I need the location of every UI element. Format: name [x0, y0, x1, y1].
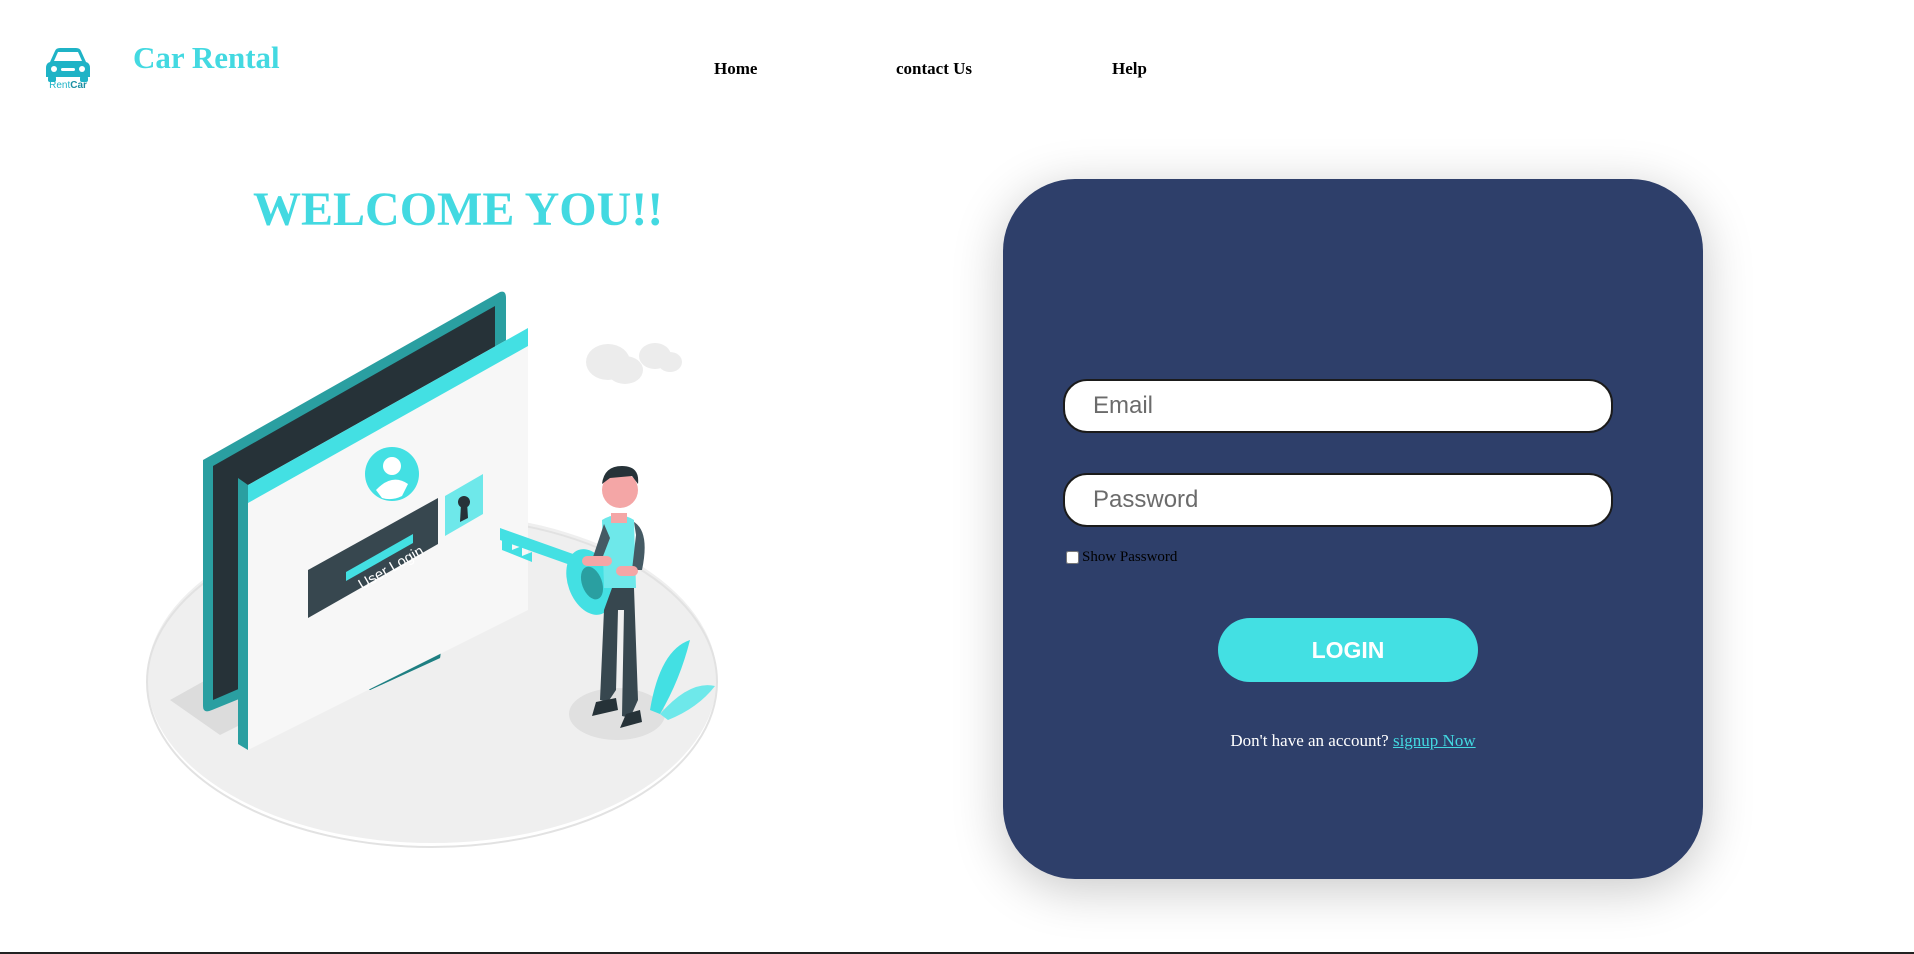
show-password-checkbox[interactable]	[1066, 551, 1079, 564]
signup-link[interactable]: signup Now	[1393, 731, 1476, 750]
signup-line: Don't have an account? signup Now	[1003, 731, 1703, 751]
show-password-row[interactable]: Show Password	[1066, 549, 1177, 566]
welcome-heading: WELCOME YOU!!	[253, 183, 664, 236]
password-field[interactable]	[1063, 473, 1613, 527]
login-page: RentCar Car Rental Home contact Us Help …	[0, 0, 1914, 954]
login-button[interactable]: LOGIN	[1218, 618, 1478, 682]
nav-contact-link[interactable]: contact Us	[896, 59, 972, 79]
email-field[interactable]	[1063, 379, 1613, 433]
brand-title[interactable]: Car Rental	[133, 40, 280, 76]
show-password-label: Show Password	[1082, 549, 1178, 565]
login-illustration: User Login	[130, 270, 730, 860]
nav-help-link[interactable]: Help	[1112, 59, 1147, 79]
login-card: Show Password LOGIN Don't have an accoun…	[1003, 179, 1703, 879]
signup-prompt: Don't have an account?	[1230, 731, 1389, 750]
logo-label: RentCar	[49, 80, 87, 91]
nav-home-link[interactable]: Home	[714, 59, 757, 79]
